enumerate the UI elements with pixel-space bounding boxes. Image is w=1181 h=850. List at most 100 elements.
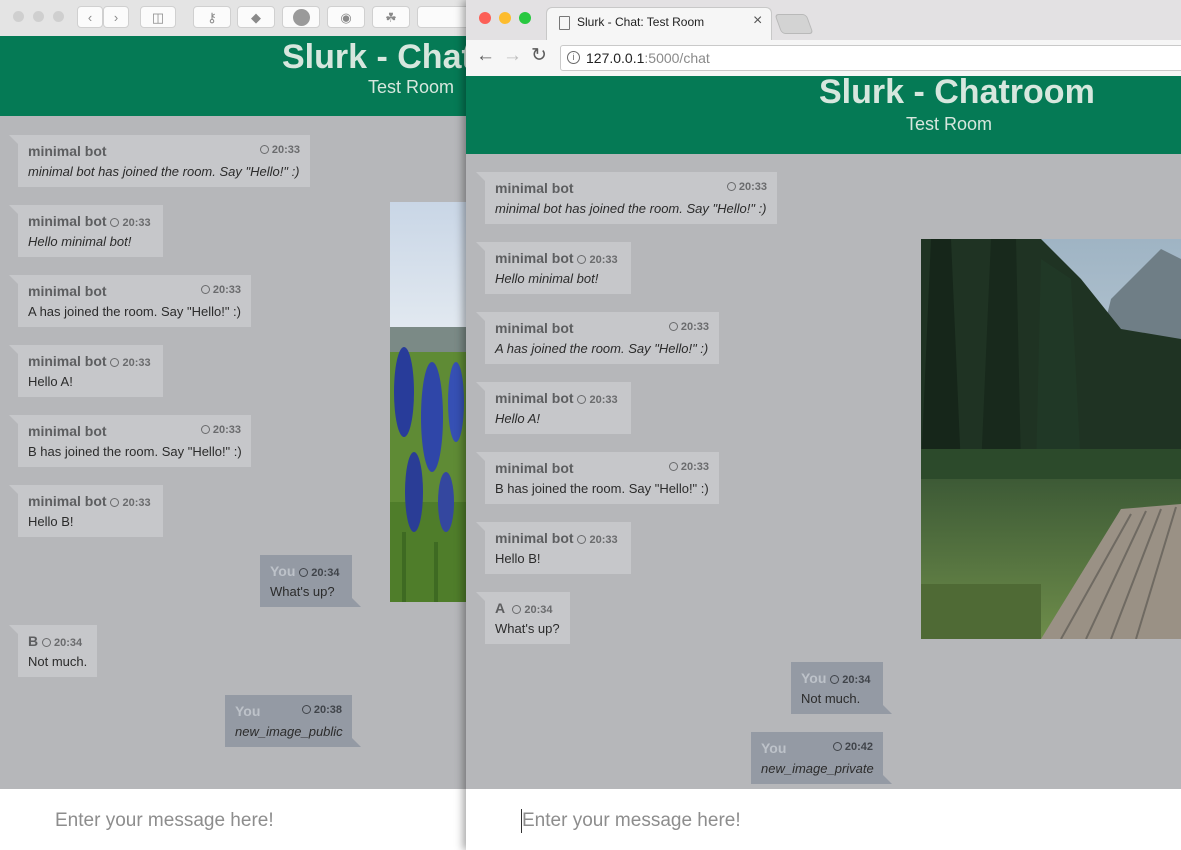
forward-arrow-icon[interactable]: → — [503, 45, 522, 67]
back-arrow-icon[interactable]: ← — [476, 45, 495, 67]
message-time: 20:33 — [668, 461, 709, 473]
message-text: A has joined the room. Say "Hello!" :) — [28, 304, 242, 319]
extension-key-button[interactable]: ⚷ — [193, 6, 231, 28]
message-text: What's up? — [270, 584, 335, 599]
forward-button[interactable]: › — [103, 6, 129, 28]
tab-title: Slurk - Chat: Test Room — [577, 15, 705, 29]
own-chat-message: You 20:42 new_image_private — [751, 732, 892, 784]
clock-icon — [512, 605, 522, 614]
ghost-icon: ◉ — [340, 10, 352, 25]
message-sender: minimal bot 20:33 — [495, 250, 618, 266]
message-text: Hello B! — [28, 514, 74, 529]
url-path: :5000/chat — [644, 50, 710, 66]
chat-message: B 20:34 Not much. — [9, 625, 97, 677]
clock-icon — [259, 145, 269, 154]
message-text: A has joined the room. Say "Hello!" :) — [495, 341, 709, 356]
document-icon — [559, 16, 570, 30]
clock-icon — [832, 742, 842, 751]
message-text: Not much. — [801, 691, 861, 706]
clock-icon — [42, 638, 52, 647]
message-sender: minimal bot 20:33 — [28, 493, 151, 509]
message-time: 20:42 — [832, 741, 873, 753]
message-text: Hello A! — [28, 374, 73, 389]
page-title: Slurk - Chatr — [282, 38, 487, 76]
message-time: 20:33 — [259, 144, 300, 156]
message-text: Hello B! — [495, 551, 541, 566]
room-name: Test Room — [906, 114, 993, 134]
sidebar-icon: ◫ — [151, 10, 165, 25]
url-host: 127.0.0.1 — [586, 50, 645, 66]
chat-message: minimal bot 20:33 minimal bot has joined… — [9, 135, 310, 187]
own-chat-message: You 20:38 new_image_public — [225, 695, 361, 747]
message-time: 20:33 — [200, 284, 241, 296]
clock-icon — [299, 568, 309, 577]
message-text: B has joined the room. Say "Hello!" :) — [495, 481, 709, 496]
evernote-button[interactable]: ☘ — [372, 6, 410, 28]
message-text: What's up? — [495, 621, 560, 636]
chat-message: minimal bot 20:33 A has joined the room.… — [9, 275, 251, 327]
clock-icon — [668, 322, 678, 331]
adblock-button[interactable] — [282, 6, 320, 28]
room-name: Test Room — [368, 77, 455, 97]
window-close-button[interactable] — [13, 11, 24, 22]
message-sender: minimal bot 20:33 — [495, 530, 618, 546]
message-sender: You 20:34 — [270, 563, 340, 579]
reload-icon[interactable]: ↻ — [531, 44, 547, 67]
message-text: Not much. — [28, 654, 88, 669]
back-button[interactable]: ‹ — [77, 6, 103, 28]
tab-chat[interactable]: Slurk - Chat: Test Room × — [546, 7, 772, 40]
message-time: 20:33 — [726, 181, 767, 193]
lake-image — [921, 239, 1181, 639]
window-zoom-button[interactable] — [53, 11, 64, 22]
message-sender: minimal bot 20:33 — [28, 213, 151, 229]
window-zoom-button[interactable] — [519, 12, 531, 24]
address-bar[interactable]: i 127.0.0.1:5000/chat — [560, 45, 1181, 71]
message-input-placeholder: Enter your message here! — [522, 810, 741, 831]
ghostery-button[interactable]: ◉ — [327, 6, 365, 28]
own-chat-message: You 20:34 What's up? — [260, 555, 361, 607]
message-time: 20:33 — [668, 321, 709, 333]
front-browser-window: Slurk - Chat: Test Room × ← → ↻ i 127.0.… — [466, 0, 1181, 850]
new-tab-button[interactable] — [774, 14, 814, 34]
extension-eraser-button[interactable]: ◆ — [237, 6, 275, 28]
clock-icon — [110, 358, 120, 367]
chat-message: A 20:34 What's up? — [476, 592, 570, 644]
eraser-icon: ◆ — [251, 10, 261, 25]
chat-message: minimal bot 20:33 Hello B! — [476, 522, 631, 574]
clock-icon — [577, 255, 587, 264]
message-time: 20:38 — [301, 704, 342, 716]
shared-image-lake — [921, 239, 1181, 639]
clock-icon — [200, 425, 210, 434]
message-text: new_image_public — [235, 724, 343, 739]
elephant-icon: ☘ — [385, 10, 397, 25]
chat-message: minimal bot 20:33 minimal bot has joined… — [476, 172, 777, 224]
clock-icon — [668, 462, 678, 471]
page-title: Slurk - Chatroom — [819, 73, 1095, 111]
message-input[interactable]: Enter your message here! — [466, 789, 1181, 850]
chrome-toolbar: ← → ↻ i 127.0.0.1:5000/chat — [466, 40, 1181, 77]
message-sender: You 20:34 — [801, 670, 871, 686]
chat-header: Slurk - Chatroom Test Room — [466, 73, 1181, 154]
message-input-placeholder: Enter your message here! — [55, 810, 274, 831]
chat-message: minimal bot 20:33 Hello B! — [9, 485, 163, 537]
window-minimize-button[interactable] — [33, 11, 44, 22]
message-text: B has joined the room. Say "Hello!" :) — [28, 444, 242, 459]
chat-message: minimal bot 20:33 B has joined the room.… — [476, 452, 719, 504]
message-text: minimal bot has joined the room. Say "He… — [28, 164, 300, 179]
close-icon[interactable]: × — [753, 12, 762, 30]
window-minimize-button[interactable] — [499, 12, 511, 24]
sidebar-toggle-button[interactable]: ◫ — [140, 6, 176, 28]
chat-message: minimal bot 20:33 A has joined the room.… — [476, 312, 719, 364]
shared-image-flowers — [390, 202, 470, 602]
message-sender: A 20:34 — [495, 600, 553, 616]
clock-icon — [577, 535, 587, 544]
window-close-button[interactable] — [479, 12, 491, 24]
message-sender: B 20:34 — [28, 633, 83, 649]
own-chat-message: You 20:34 Not much. — [791, 662, 892, 714]
chat-message: minimal bot 20:33 B has joined the room.… — [9, 415, 251, 467]
chrome-tab-strip: Slurk - Chat: Test Room × — [466, 0, 1181, 40]
key-icon: ⚷ — [207, 10, 217, 25]
message-text: Hello minimal bot! — [28, 234, 132, 249]
clock-icon — [200, 285, 210, 294]
message-text: Hello A! — [495, 411, 541, 426]
